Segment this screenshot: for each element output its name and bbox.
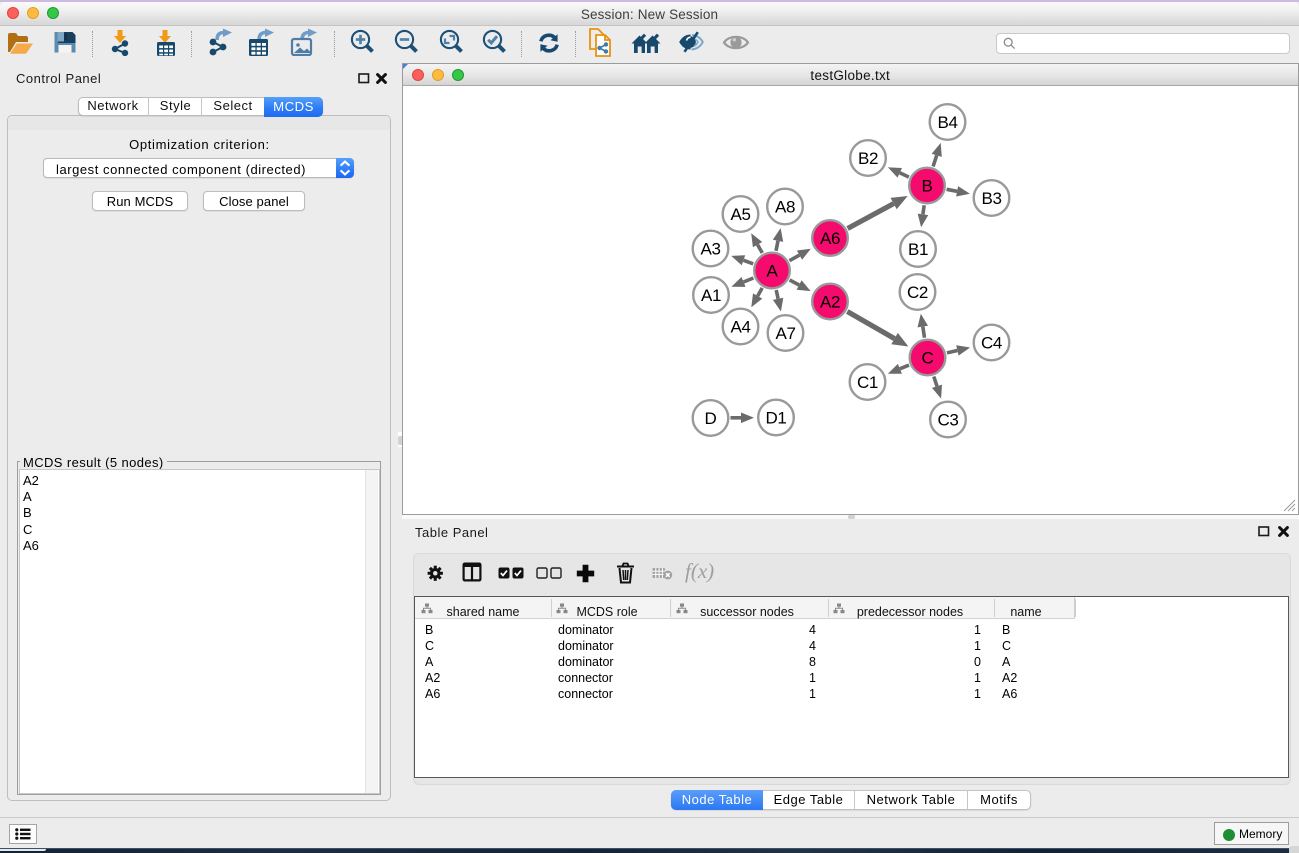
svg-text:D: D: [705, 409, 717, 428]
svg-text:C: C: [922, 349, 934, 368]
svg-text:A4: A4: [731, 318, 751, 337]
svg-text:A5: A5: [731, 205, 751, 224]
svg-text:C1: C1: [857, 373, 878, 392]
svg-text:B1: B1: [908, 240, 928, 259]
svg-text:C3: C3: [938, 411, 959, 430]
svg-text:A7: A7: [776, 324, 796, 343]
svg-text:A: A: [767, 262, 779, 281]
svg-text:A3: A3: [701, 240, 721, 259]
svg-text:B2: B2: [858, 149, 878, 168]
svg-text:D1: D1: [766, 409, 787, 428]
svg-text:A2: A2: [820, 293, 840, 312]
svg-text:C4: C4: [981, 334, 1002, 353]
svg-text:C2: C2: [907, 283, 928, 302]
svg-text:A6: A6: [820, 229, 840, 248]
svg-text:B3: B3: [982, 189, 1002, 208]
svg-text:A8: A8: [775, 198, 795, 217]
svg-text:B: B: [922, 177, 933, 196]
svg-text:A1: A1: [701, 286, 721, 305]
svg-text:B4: B4: [938, 113, 958, 132]
